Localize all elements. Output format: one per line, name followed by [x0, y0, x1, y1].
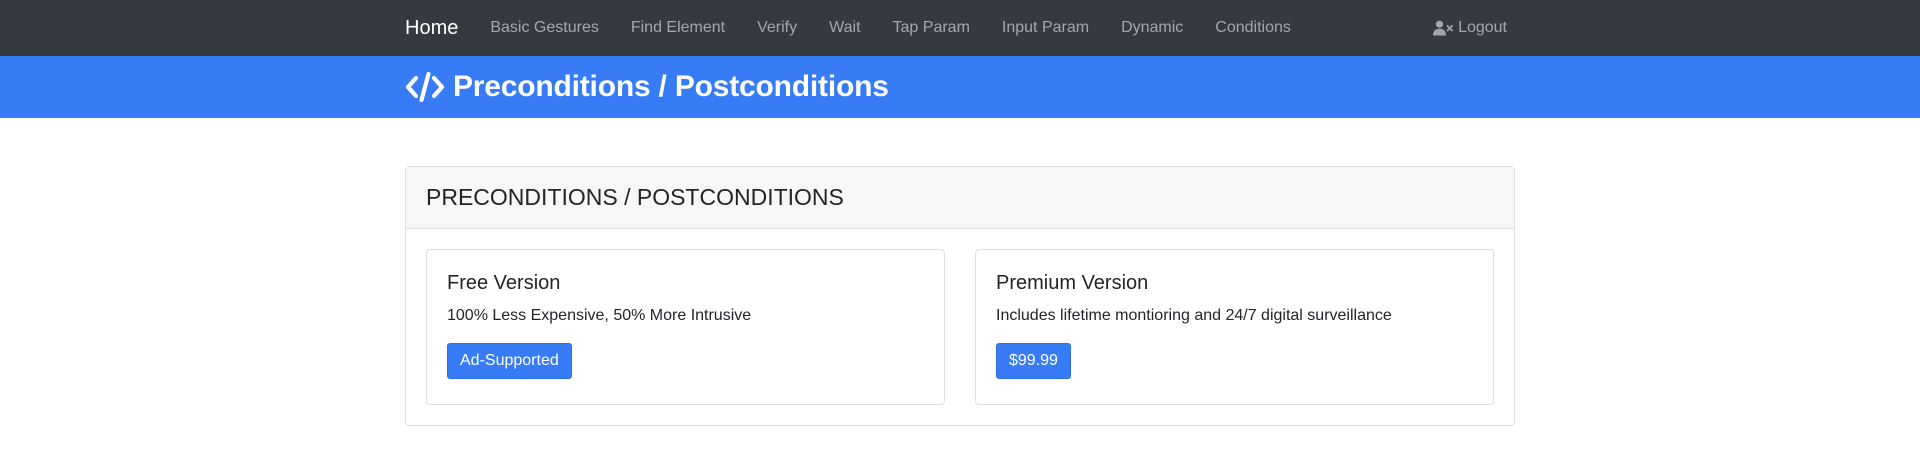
navbar-inner: Home Basic Gestures Find Element Verify …: [405, 0, 1515, 56]
premium-version-title: Premium Version: [996, 272, 1149, 294]
free-version-text: 100% Less Expensive, 50% More Intrusive: [447, 307, 752, 324]
premium-price-button[interactable]: $99.99: [996, 343, 1071, 379]
nav-item-conditions[interactable]: Conditions: [1215, 19, 1291, 37]
banner-inner: Preconditions / Postconditions: [405, 56, 889, 118]
nav-item-basic-gestures[interactable]: Basic Gestures: [490, 19, 598, 37]
nav-item-tap-param[interactable]: Tap Param: [893, 19, 970, 37]
nav-item-input-param[interactable]: Input Param: [1002, 19, 1089, 37]
logout-link[interactable]: Logout: [1433, 19, 1507, 37]
nav-item-wait[interactable]: Wait: [829, 19, 860, 37]
navbar-brand-home[interactable]: Home: [405, 17, 458, 40]
ad-supported-button[interactable]: Ad-Supported: [447, 343, 572, 379]
nav-item-find-element[interactable]: Find Element: [631, 19, 725, 37]
nav-item-dynamic[interactable]: Dynamic: [1121, 19, 1183, 37]
code-icon: [405, 72, 445, 102]
premium-version-card: Premium Version Includes lifetime montio…: [975, 249, 1494, 405]
logout-label: Logout: [1458, 19, 1507, 36]
premium-version-text: Includes lifetime montioring and 24/7 di…: [996, 307, 1392, 324]
page-title: Preconditions / Postconditions: [453, 70, 889, 103]
top-navbar: Home Basic Gestures Find Element Verify …: [0, 0, 1920, 56]
free-version-title: Free Version: [447, 272, 561, 294]
card-header: PRECONDITIONS / POSTCONDITIONS: [406, 167, 1514, 229]
nav-item-verify[interactable]: Verify: [757, 19, 797, 37]
user-times-icon: [1433, 20, 1453, 36]
page-banner: Preconditions / Postconditions: [0, 56, 1920, 118]
free-version-card: Free Version 100% Less Expensive, 50% Mo…: [426, 249, 945, 405]
conditions-card: PRECONDITIONS / POSTCONDITIONS Free Vers…: [405, 166, 1515, 426]
